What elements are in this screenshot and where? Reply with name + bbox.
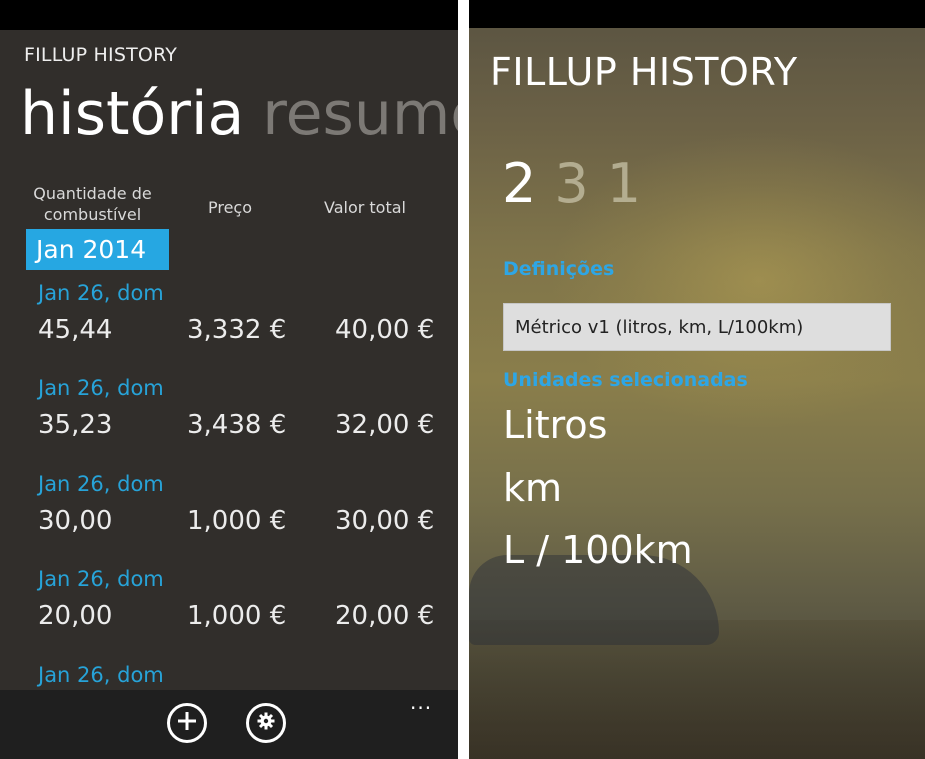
history-screen: FILLUP HISTORY história resumo Quantidade…	[0, 0, 458, 759]
entry-quantity: 30,00	[38, 506, 113, 536]
entry-total: 30,00 €	[335, 506, 435, 536]
entry-total: 20,00 €	[335, 601, 435, 631]
entry-date: Jan 26, dom	[38, 281, 164, 305]
more-options-button[interactable]: ...	[410, 690, 432, 714]
status-bar	[469, 0, 925, 28]
units-setting-select[interactable]: Métrico v1 (litros, km, L/100km)	[503, 303, 891, 351]
app-bar: ...	[0, 690, 458, 759]
entry-price: 1,000 €	[187, 506, 287, 536]
unit-consumption: L / 100km	[503, 528, 693, 572]
add-icon	[176, 710, 198, 736]
entry-date: Jan 26, dom	[38, 663, 164, 687]
entry-quantity: 45,44	[38, 315, 113, 345]
gear-icon	[257, 712, 275, 734]
entry-price: 1,000 €	[187, 601, 287, 631]
pivot-tab-3[interactable]: 3	[554, 152, 588, 215]
unit-distance: km	[503, 466, 563, 510]
add-fillup-button[interactable]	[167, 703, 207, 743]
entry-date: Jan 26, dom	[38, 472, 164, 496]
month-group-header[interactable]: Jan 2014	[26, 229, 169, 270]
column-header-total: Valor total	[324, 198, 406, 217]
column-header-price: Preço	[207, 198, 253, 217]
entry-date: Jan 26, dom	[38, 376, 164, 400]
pivot-tab-2[interactable]: 2	[502, 152, 536, 215]
entry-price: 3,332 €	[187, 315, 287, 345]
pivot-header: história resumo	[20, 78, 458, 150]
pivot-header: 231	[502, 152, 641, 216]
screenshot-divider	[458, 0, 469, 759]
entry-quantity: 35,23	[38, 410, 113, 440]
settings-screen: FILLUP HISTORY 231 Definições Métrico v1…	[469, 0, 925, 759]
entry-price: 3,438 €	[187, 410, 287, 440]
status-bar	[0, 0, 458, 30]
settings-label: Definições	[503, 258, 615, 280]
app-title: FILLUP HISTORY	[24, 44, 178, 66]
pivot-tab-1[interactable]: 1	[607, 152, 641, 215]
app-title: FILLUP HISTORY	[490, 50, 798, 94]
pivot-tab-resumo[interactable]: resumo	[262, 79, 458, 149]
entry-date: Jan 26, dom	[38, 567, 164, 591]
unit-volume: Litros	[503, 403, 608, 447]
entry-total: 32,00 €	[335, 410, 435, 440]
column-header-quantity: Quantidade de combustível	[33, 184, 152, 224]
settings-button[interactable]	[246, 703, 286, 743]
pivot-tab-historia[interactable]: história	[20, 79, 244, 149]
selected-units-label: Unidades selecionadas	[503, 369, 748, 391]
entry-total: 40,00 €	[335, 315, 435, 345]
entry-quantity: 20,00	[38, 601, 113, 631]
